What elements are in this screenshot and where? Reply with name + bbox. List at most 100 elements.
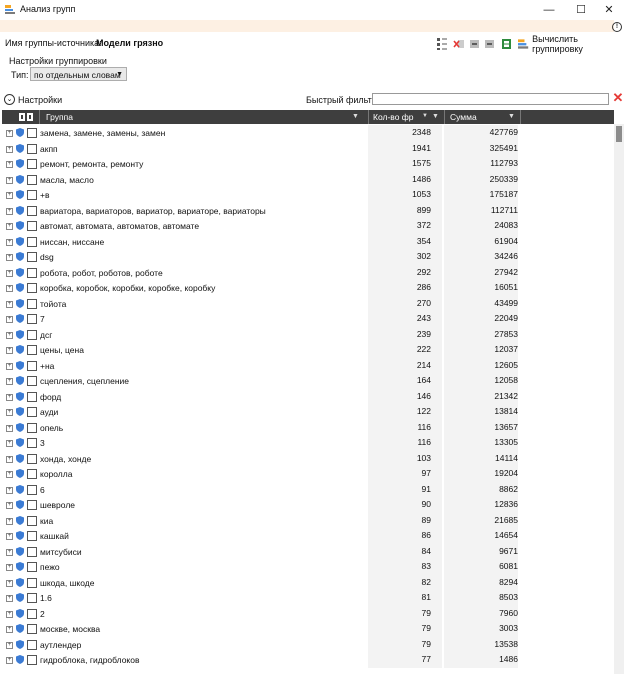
calculate-grouping-button[interactable]: Вычислить группировку bbox=[518, 34, 624, 54]
table-row[interactable]: + опель 116 13657 bbox=[2, 419, 614, 435]
expand-icon[interactable]: + bbox=[6, 254, 13, 261]
table-row[interactable]: + тойота 270 43499 bbox=[2, 295, 614, 311]
table-row[interactable]: + замена, замене, замены, замен 2348 427769 bbox=[2, 125, 614, 141]
table-row[interactable]: + киа 89 21685 bbox=[2, 512, 614, 528]
row-checkbox[interactable] bbox=[27, 329, 37, 340]
row-checkbox[interactable] bbox=[27, 593, 37, 603]
row-checkbox[interactable] bbox=[27, 422, 37, 433]
table-row[interactable]: + ниссан, ниссане 354 61904 bbox=[2, 233, 614, 249]
row-checkbox[interactable] bbox=[27, 283, 37, 293]
expand-icon[interactable]: + bbox=[6, 347, 13, 354]
row-checkbox[interactable] bbox=[27, 531, 37, 541]
table-row[interactable]: + королла 97 19204 bbox=[2, 466, 614, 482]
collapse-all-icon[interactable] bbox=[469, 37, 480, 51]
close-button[interactable]: ✕ bbox=[594, 0, 624, 20]
expand-icon[interactable]: + bbox=[6, 192, 13, 199]
row-checkbox[interactable] bbox=[27, 298, 37, 309]
table-row[interactable]: + аутлендер 79 13538 bbox=[2, 636, 614, 652]
column-header-sum[interactable]: Сумма bbox=[450, 112, 477, 122]
table-row[interactable]: + +на 214 12605 bbox=[2, 357, 614, 373]
table-row[interactable]: + акпп 1941 325491 bbox=[2, 140, 614, 156]
table-row[interactable]: +2 79 7960 bbox=[2, 605, 614, 621]
expand-icon[interactable]: + bbox=[6, 130, 13, 137]
row-checkbox[interactable] bbox=[27, 314, 37, 324]
table-row[interactable]: +6 91 8862 bbox=[2, 481, 614, 497]
table-row[interactable]: + вариатора, вариаторов, вариатор, вариат… bbox=[2, 202, 614, 218]
table-row[interactable]: + кашкай 86 14654 bbox=[2, 528, 614, 544]
table-row[interactable]: +3 116 13305 bbox=[2, 435, 614, 451]
expand-icon[interactable]: + bbox=[6, 176, 13, 184]
expand-icon[interactable]: + bbox=[6, 285, 13, 292]
expand-icon[interactable]: + bbox=[6, 223, 13, 230]
row-checkbox[interactable] bbox=[27, 438, 37, 448]
expand-icon[interactable]: + bbox=[6, 300, 13, 308]
table-row[interactable]: + робота, робот, роботов, роботе 292 27942 bbox=[2, 264, 614, 280]
table-row[interactable]: + шкода, шкоде 82 8294 bbox=[2, 574, 614, 590]
expand-icon[interactable]: + bbox=[6, 145, 13, 153]
expand-icon[interactable]: + bbox=[6, 486, 13, 494]
expand-icon[interactable]: + bbox=[6, 579, 13, 587]
expand-icon[interactable]: + bbox=[6, 455, 13, 463]
expand-icon[interactable]: + bbox=[6, 626, 13, 633]
row-checkbox[interactable] bbox=[27, 159, 37, 169]
expand-icon[interactable]: + bbox=[6, 238, 13, 246]
expand-icon[interactable]: + bbox=[6, 409, 13, 416]
type-select[interactable]: по отдельным словам ▼ bbox=[30, 67, 127, 81]
filter-icon[interactable]: ▼ bbox=[352, 113, 359, 120]
row-checkbox[interactable] bbox=[27, 639, 37, 650]
table-row[interactable]: + +в 1053 175187 bbox=[2, 187, 614, 203]
row-checkbox[interactable] bbox=[27, 174, 37, 185]
expand-icon[interactable]: + bbox=[6, 378, 13, 385]
expand-icon[interactable]: + bbox=[6, 393, 13, 401]
column-header-group[interactable]: Группа bbox=[46, 112, 73, 122]
table-row[interactable]: + москве, москва 79 3003 bbox=[2, 621, 614, 637]
expand-icon[interactable]: + bbox=[6, 362, 13, 370]
expand-icon[interactable]: + bbox=[6, 471, 13, 478]
table-row[interactable]: +1.6 81 8503 bbox=[2, 590, 614, 606]
expand-icon[interactable]: + bbox=[6, 207, 13, 215]
row-checkbox[interactable] bbox=[27, 267, 37, 278]
expand-icon[interactable]: + bbox=[6, 440, 13, 447]
maximize-button[interactable]: ☐ bbox=[566, 0, 596, 20]
table-row[interactable]: +7 243 22049 bbox=[2, 311, 614, 327]
table-row[interactable]: + форд 146 21342 bbox=[2, 388, 614, 404]
table-row[interactable]: + дсг 239 27853 bbox=[2, 326, 614, 342]
expand-icon[interactable]: + bbox=[6, 331, 13, 339]
quick-filter-input[interactable] bbox=[372, 93, 609, 105]
excel-export-icon[interactable] bbox=[501, 37, 512, 51]
row-checkbox[interactable] bbox=[27, 624, 37, 634]
table-row[interactable]: + автомат, автомата, автоматов, автомате 3… bbox=[2, 218, 614, 234]
settings-toggle[interactable]: Настройки bbox=[18, 95, 62, 105]
delete-group-icon[interactable] bbox=[453, 37, 465, 51]
expand-icon[interactable]: + bbox=[6, 316, 13, 323]
expand-icon[interactable]: + bbox=[6, 657, 13, 664]
row-checkbox[interactable] bbox=[27, 484, 37, 495]
row-checkbox[interactable] bbox=[27, 407, 37, 417]
clear-filter-icon[interactable]: ✕ bbox=[612, 91, 624, 104]
vertical-scrollbar[interactable] bbox=[614, 124, 624, 674]
row-checkbox[interactable] bbox=[27, 453, 37, 464]
expand-icon[interactable]: + bbox=[6, 424, 13, 432]
expand-icon[interactable]: + bbox=[6, 502, 13, 509]
table-row[interactable]: + коробка, коробок, коробки, коробке, кор… bbox=[2, 280, 614, 296]
minimize-button[interactable]: — bbox=[534, 0, 564, 20]
chevron-down-circle-icon[interactable]: ⌄ bbox=[4, 94, 15, 105]
table-row[interactable]: + хонда, хонде 103 14114 bbox=[2, 450, 614, 466]
row-checkbox[interactable] bbox=[27, 469, 37, 479]
table-row[interactable]: + ауди 122 13814 bbox=[2, 404, 614, 420]
scrollbar-thumb[interactable] bbox=[616, 126, 622, 142]
expand-icon[interactable]: + bbox=[6, 161, 13, 168]
row-checkbox[interactable] bbox=[27, 221, 37, 231]
table-row[interactable]: + пежо 83 6081 bbox=[2, 559, 614, 575]
table-row[interactable]: + шевроле 90 12836 bbox=[2, 497, 614, 513]
row-checkbox[interactable] bbox=[27, 236, 37, 247]
row-checkbox[interactable] bbox=[27, 515, 37, 526]
row-checkbox[interactable] bbox=[27, 376, 37, 386]
expand-icon[interactable]: + bbox=[6, 548, 13, 556]
row-checkbox[interactable] bbox=[27, 655, 37, 665]
row-checkbox[interactable] bbox=[27, 360, 37, 371]
row-checkbox[interactable] bbox=[27, 391, 37, 402]
row-checkbox[interactable] bbox=[27, 345, 37, 355]
row-checkbox[interactable] bbox=[27, 252, 37, 262]
table-row[interactable]: + гидроблока, гидроблоков 77 1486 bbox=[2, 652, 614, 668]
